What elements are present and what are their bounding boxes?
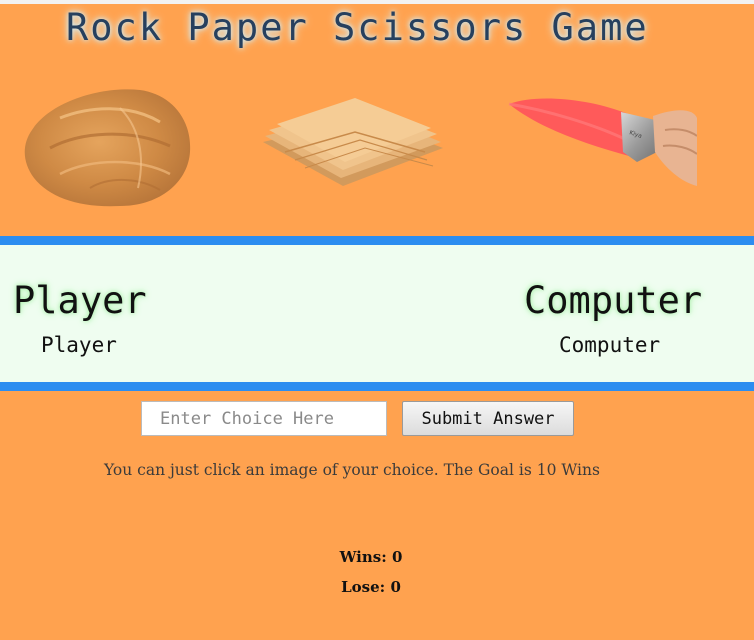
lose-label: Lose: — [341, 578, 386, 596]
page-title: Rock Paper Scissors Game — [66, 6, 649, 49]
top-strip — [0, 0, 754, 4]
wins-value: 0 — [391, 548, 403, 566]
score-panel: Player Player Computer Computer — [0, 236, 754, 391]
knife-icon: Kiya — [508, 98, 697, 186]
rock-choice[interactable] — [20, 78, 200, 213]
paper-icon — [263, 98, 443, 186]
computer-choice-display: Computer — [559, 333, 661, 357]
wins-label: Wins: — [339, 548, 387, 566]
player-choice-display: Player — [41, 333, 117, 357]
player-heading: Player — [13, 279, 147, 322]
instructions-text: You can just click an image of your choi… — [104, 461, 600, 479]
lose-value: 0 — [390, 578, 401, 596]
submit-answer-button[interactable]: Submit Answer — [402, 401, 574, 436]
rock-icon — [24, 89, 191, 207]
computer-heading: Computer — [524, 279, 703, 322]
choice-input[interactable] — [141, 401, 387, 436]
wins-counter: Wins: 0 — [0, 548, 742, 566]
scissors-choice[interactable]: Kiya — [505, 90, 697, 188]
paper-choice[interactable] — [255, 90, 450, 200]
lose-counter: Lose: 0 — [0, 578, 742, 596]
